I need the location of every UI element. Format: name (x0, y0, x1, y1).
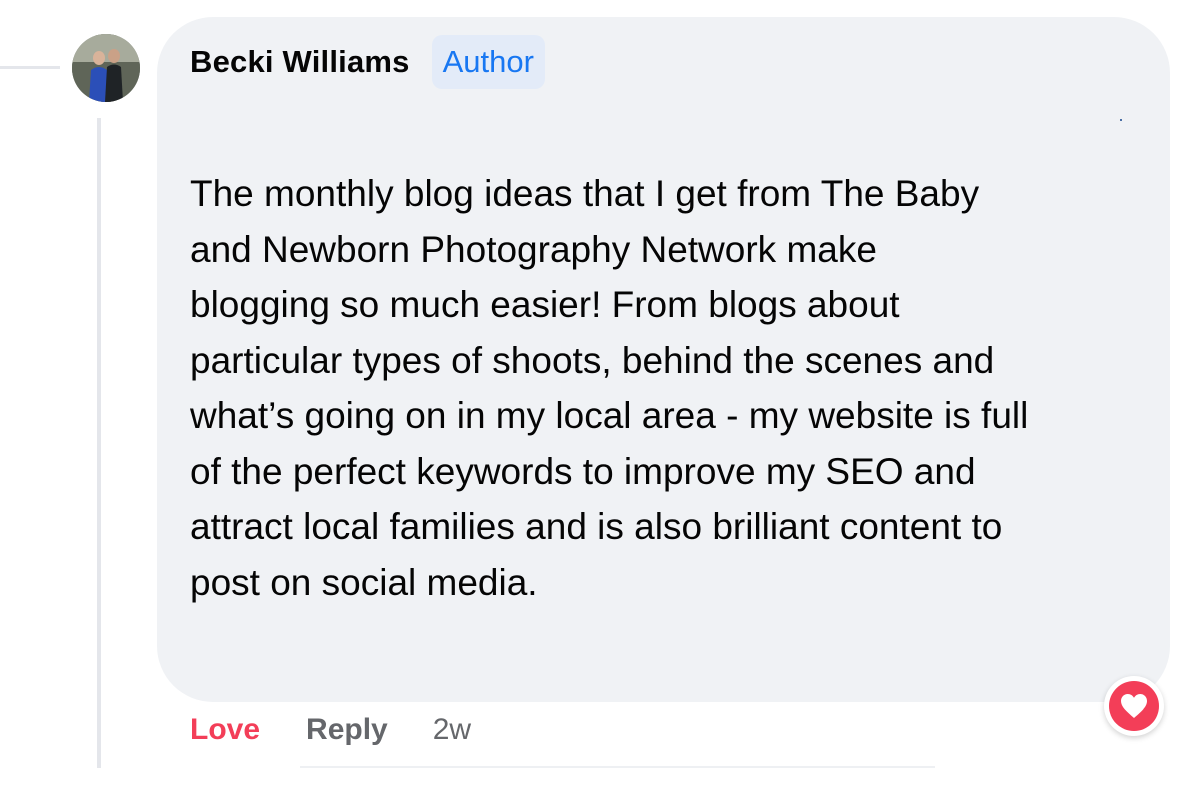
comment-header: Becki Williams Author (190, 34, 545, 90)
comment-body: The monthly blog ideas that I get from T… (190, 173, 1029, 603)
reaction-circle (1109, 681, 1159, 731)
avatar[interactable] (72, 34, 140, 102)
avatar-photo-icon (72, 34, 140, 102)
author-name[interactable]: Becki Williams (190, 44, 410, 80)
comment-actions: Love Reply 2w (190, 708, 471, 752)
divider (300, 766, 935, 768)
thread-connector-line (0, 0, 60, 69)
heart-icon (1121, 694, 1147, 718)
comment-thread: Becki Williams Author The monthly blog i… (0, 0, 1200, 800)
stray-dot (1120, 119, 1122, 121)
author-badge: Author (431, 35, 545, 89)
comment-timestamp[interactable]: 2w (433, 713, 471, 747)
love-button[interactable]: Love (190, 713, 260, 747)
reply-button[interactable]: Reply (306, 713, 388, 747)
reaction-badge[interactable] (1104, 676, 1164, 736)
thread-vertical-line (97, 118, 101, 768)
